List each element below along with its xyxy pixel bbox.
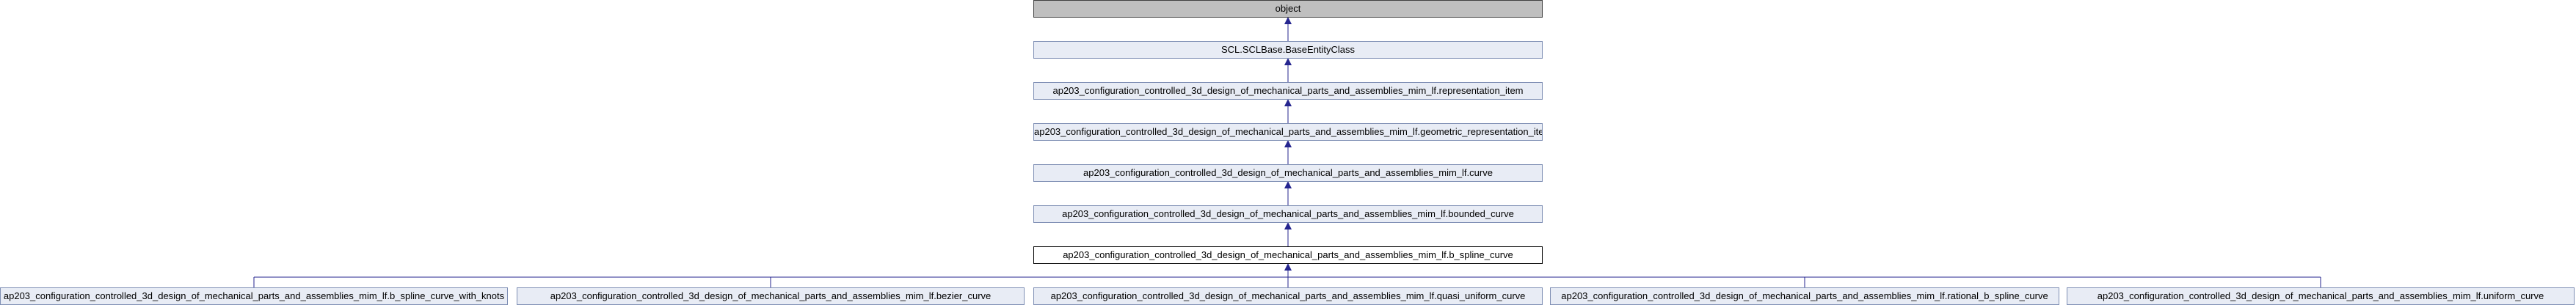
class-node-bezier-curve[interactable]: ap203_configuration_controlled_3d_design…	[517, 287, 1025, 305]
class-node-object[interactable]: object	[1033, 0, 1543, 18]
class-node-representation-item[interactable]: ap203_configuration_controlled_3d_design…	[1033, 82, 1543, 100]
class-node-b-spline-curve[interactable]: ap203_configuration_controlled_3d_design…	[1033, 246, 1543, 264]
class-node-curve[interactable]: ap203_configuration_controlled_3d_design…	[1033, 164, 1543, 182]
class-node-bounded-curve[interactable]: ap203_configuration_controlled_3d_design…	[1033, 205, 1543, 223]
class-node-base-entity-class[interactable]: SCL.SCLBase.BaseEntityClass	[1033, 41, 1543, 59]
class-node-rational-b-spline-curve[interactable]: ap203_configuration_controlled_3d_design…	[1550, 287, 2059, 305]
class-node-uniform-curve[interactable]: ap203_configuration_controlled_3d_design…	[2067, 287, 2575, 305]
class-node-b-spline-curve-with-knots[interactable]: ap203_configuration_controlled_3d_design…	[0, 287, 508, 305]
class-node-quasi-uniform-curve[interactable]: ap203_configuration_controlled_3d_design…	[1033, 287, 1543, 305]
class-node-geometric-representation-item[interactable]: ap203_configuration_controlled_3d_design…	[1033, 123, 1543, 141]
